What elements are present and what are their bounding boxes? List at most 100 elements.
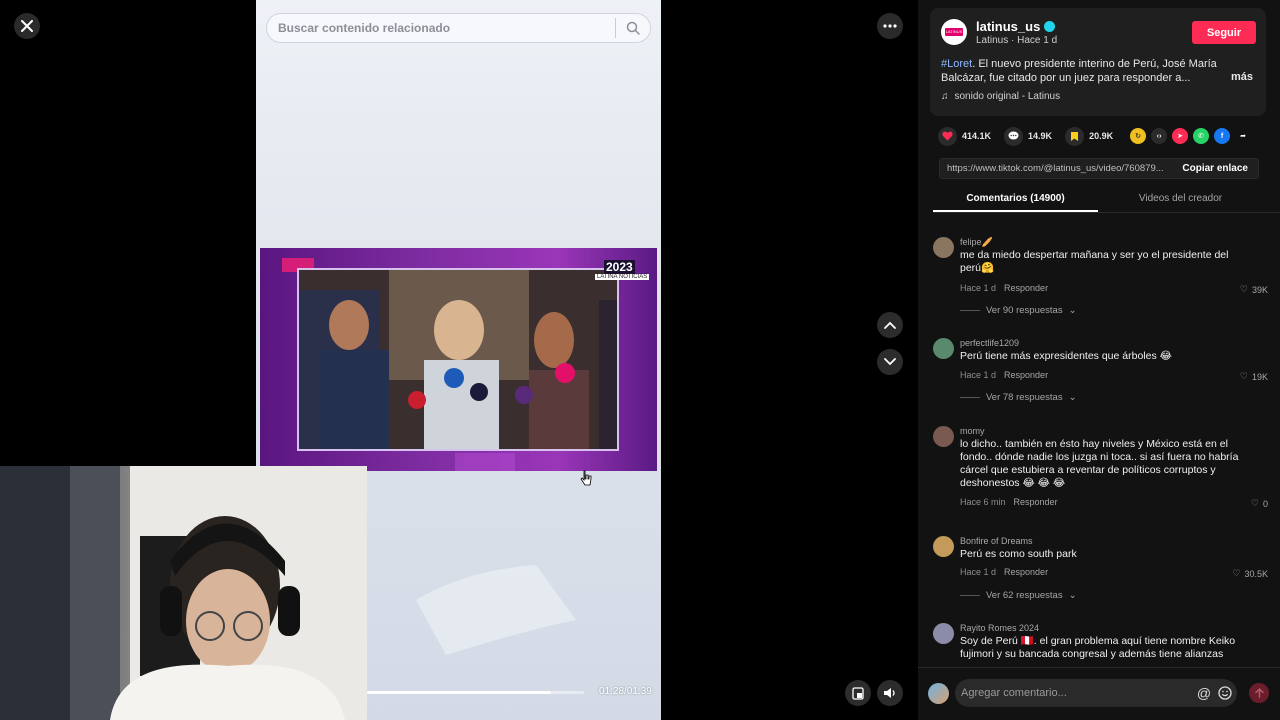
comment-like-count: 0 <box>1262 498 1268 509</box>
repost-icon[interactable]: ↻ <box>1130 128 1147 144</box>
author-username-text: latinus_us <box>976 19 1041 34</box>
comment-item: Bonfire of Dreams Perú es como south par… <box>933 536 1273 606</box>
news-bottom-strip <box>455 453 515 471</box>
mention-icon[interactable]: @ <box>1195 684 1213 702</box>
tab-creator-videos[interactable]: Videos del creador <box>1098 189 1263 212</box>
view-replies-text: Ver 62 respuestas <box>986 590 1063 601</box>
next-video-button[interactable] <box>877 349 903 375</box>
comment-like-count: 39K <box>1251 284 1268 295</box>
commenter-avatar[interactable] <box>933 237 954 258</box>
view-replies-button[interactable]: Ver 62 respuestas ⌄ <box>960 590 1077 601</box>
video-link-text[interactable]: https://www.tiktok.com/@latinus_us/video… <box>940 163 1172 174</box>
comment-meta: Hace 1 d Responder <box>960 567 1048 577</box>
commenter-avatar[interactable] <box>933 536 954 557</box>
like-count: 414.1K <box>962 131 992 141</box>
commenter-name[interactable]: Bonfire of Dreams <box>960 536 1033 546</box>
mouse-cursor-icon <box>580 470 592 486</box>
volume-button[interactable] <box>877 680 903 706</box>
author-avatar-logo: LATINUS <box>945 28 963 36</box>
more-link[interactable]: más <box>1231 71 1253 83</box>
webcam-overlay <box>0 466 367 720</box>
view-replies-button[interactable]: Ver 78 respuestas ⌄ <box>960 392 1077 403</box>
more-options-button[interactable] <box>877 13 903 39</box>
view-replies-button[interactable]: Ver 90 respuestas ⌄ <box>960 305 1077 316</box>
news-year-badge: 2023 <box>604 260 635 274</box>
chevron-down-icon <box>884 358 896 366</box>
previous-video-button[interactable] <box>877 312 903 338</box>
share-arrow-icon[interactable]: ➦ <box>1235 128 1251 144</box>
search-icon[interactable] <box>616 21 650 35</box>
reply-button[interactable]: Responder <box>1004 370 1048 380</box>
commenter-name[interactable]: Rayito Romes 2024 <box>960 623 1039 633</box>
commenter-avatar[interactable] <box>933 426 954 447</box>
comment-like-button[interactable]: ♡ 0 <box>1251 498 1268 509</box>
comment-button[interactable]: 14.9K <box>1004 126 1053 146</box>
send-icon[interactable]: ➤ <box>1172 128 1189 144</box>
floating-player-icon <box>852 686 864 700</box>
emoji-icon[interactable] <box>1216 684 1234 702</box>
save-button[interactable]: 20.9K <box>1065 126 1113 146</box>
reply-button[interactable]: Responder <box>1004 567 1048 577</box>
sound-name: sonido original - Latinus <box>954 91 1061 102</box>
commenter-avatar[interactable] <box>933 338 954 359</box>
like-button[interactable]: 414.1K <box>938 126 992 146</box>
follow-button[interactable]: Seguir <box>1192 21 1256 44</box>
news-source-label: LATINA NOTICIAS <box>595 274 650 280</box>
comment-item: momy lo dicho.. también en ésto hay nive… <box>933 426 1273 512</box>
comment-count: 14.9K <box>1028 131 1053 141</box>
video-progress-bar[interactable] <box>367 691 584 694</box>
streamer-webcam-image <box>0 466 367 720</box>
post-description-text: . El nuevo presidente interino de Perú, … <box>941 58 1217 84</box>
comment-item: felipe🥖 me da miedo despertar mañana y s… <box>933 237 1273 322</box>
reply-button[interactable]: Responder <box>1004 283 1048 293</box>
tab-comments[interactable]: Comentarios (14900) <box>933 189 1098 212</box>
comment-text: Perú es como south park <box>960 548 1077 560</box>
chevron-down-icon: ⌄ <box>1068 392 1077 403</box>
chevron-down-icon: ⌄ <box>1068 590 1077 601</box>
post-comment-button[interactable] <box>1249 683 1269 703</box>
replies-line <box>960 595 980 596</box>
news-footage <box>297 268 619 451</box>
comment-like-button[interactable]: ♡ 39K <box>1240 284 1268 295</box>
comment-like-button[interactable]: ♡ 30.5K <box>1232 568 1268 579</box>
copy-link-button[interactable]: Copiar enlace <box>1172 163 1258 174</box>
comment-text: me da miedo despertar mañana y ser yo el… <box>960 249 1229 274</box>
related-search-box[interactable] <box>266 13 651 43</box>
author-username[interactable]: latinus_us <box>976 19 1056 34</box>
more-icon <box>883 24 897 28</box>
replies-line <box>960 310 980 311</box>
embed-code-icon[interactable]: ‹› <box>1151 128 1168 144</box>
commenter-name[interactable]: perfectlife1209 <box>960 338 1019 348</box>
floating-player-button[interactable] <box>845 680 871 706</box>
commenter-name[interactable]: momy <box>960 426 985 436</box>
post-info-card: LATINUS latinus_us Latinus · Hace 1 d Se… <box>930 8 1266 116</box>
comment-time: Hace 1 d <box>960 567 997 577</box>
comment-input-box[interactable]: @ <box>955 679 1237 707</box>
share-options: ↻ ‹› ➤ ✆ f ➦ <box>1130 128 1251 144</box>
chevron-up-icon <box>884 321 896 329</box>
commenter-avatar[interactable] <box>933 623 954 644</box>
press-scene-image <box>299 270 617 449</box>
comment-input[interactable] <box>961 687 1195 699</box>
comment-text: lo dicho.. también en ésto hay niveles y… <box>960 438 1239 489</box>
panel-tabs: Comentarios (14900) Videos del creador <box>933 189 1280 213</box>
view-replies-text: Ver 90 respuestas <box>986 305 1063 316</box>
whatsapp-icon[interactable]: ✆ <box>1193 128 1210 144</box>
commenter-name[interactable]: felipe🥖 <box>960 237 993 248</box>
comment-time: Hace 1 d <box>960 283 997 293</box>
heart-outline-icon: ♡ <box>1239 284 1248 294</box>
reply-button[interactable]: Responder <box>1014 497 1058 507</box>
facebook-icon[interactable]: f <box>1214 128 1231 144</box>
sound-link[interactable]: ♫ sonido original - Latinus <box>941 91 1060 102</box>
bookmark-icon <box>1065 126 1085 146</box>
replies-line <box>960 397 980 398</box>
related-search-input[interactable] <box>278 21 615 35</box>
comment-meta: Hace 1 d Responder <box>960 370 1048 380</box>
close-button[interactable] <box>14 13 40 39</box>
comment-item: Rayito Romes 2024 Soy de Perú 🇵🇪. el gra… <box>933 623 1273 667</box>
author-avatar[interactable]: LATINUS <box>941 19 967 45</box>
comment-like-button[interactable]: ♡ 19K <box>1240 371 1268 382</box>
hashtag-link[interactable]: #Loret <box>941 58 972 70</box>
details-panel: LATINUS latinus_us Latinus · Hace 1 d Se… <box>918 0 1280 720</box>
chevron-down-icon: ⌄ <box>1068 305 1077 316</box>
